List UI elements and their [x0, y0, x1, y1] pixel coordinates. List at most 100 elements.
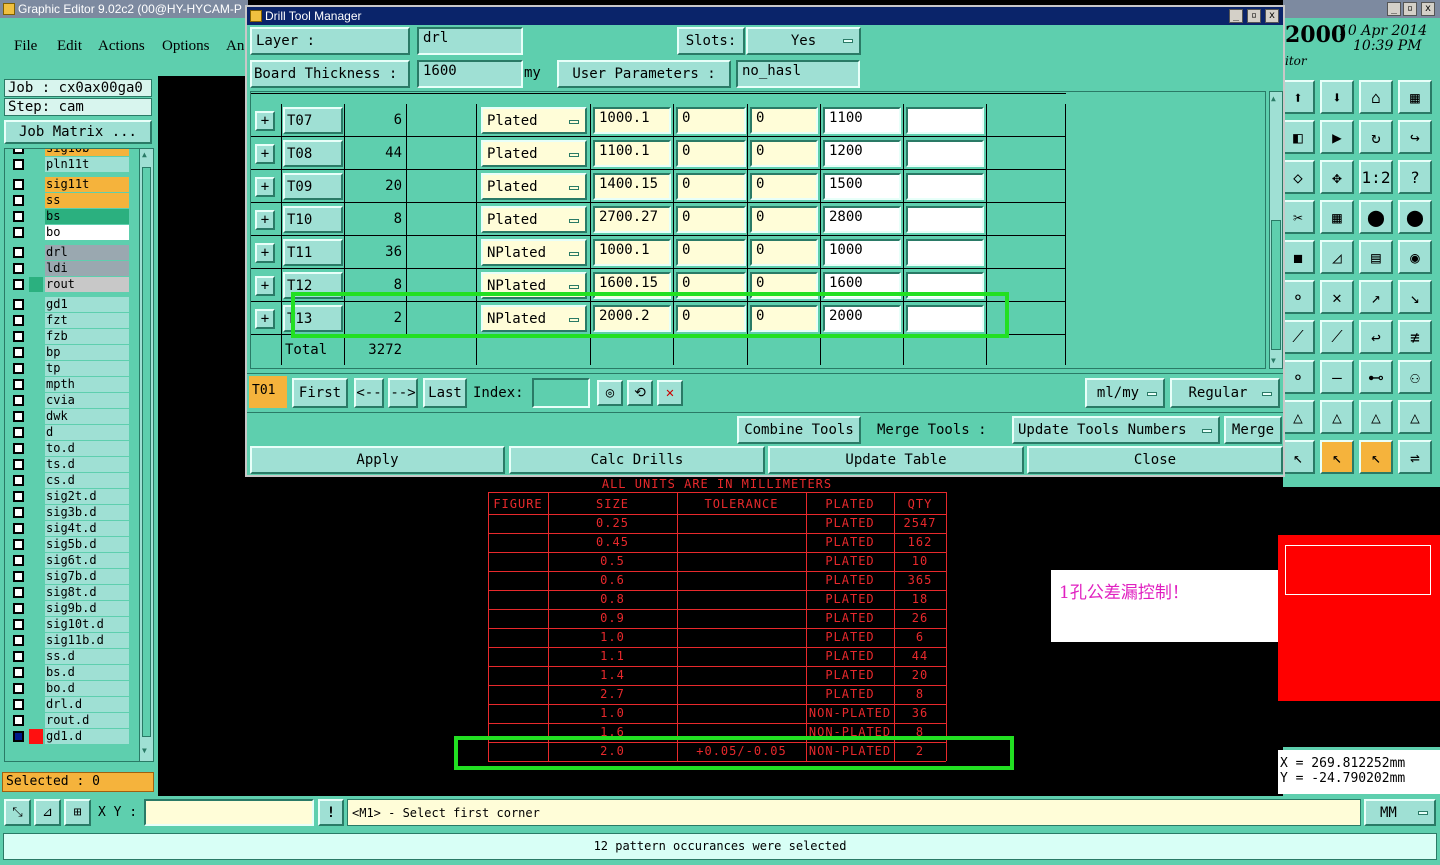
minimize-button[interactable]: _	[1387, 2, 1401, 16]
prev-button[interactable]: <--	[354, 378, 384, 408]
menu-file[interactable]: File	[14, 38, 37, 55]
scale-icon[interactable]: 1:2	[1359, 160, 1393, 194]
snap-icon[interactable]: ◇	[1281, 160, 1315, 194]
expand-icon[interactable]: +	[255, 309, 275, 329]
finish-size-field[interactable]: 2800	[823, 206, 901, 233]
layer-checkbox[interactable]	[13, 555, 24, 566]
tool-number[interactable]: T11	[283, 239, 343, 266]
tolerance-minus-field[interactable]: 0	[750, 173, 818, 200]
layer-checkbox[interactable]	[13, 331, 24, 342]
finish-size-field[interactable]: 1500	[823, 173, 901, 200]
layer-list-scrollbar[interactable]: ▲ ▼	[139, 149, 153, 761]
drill-size-field[interactable]: 1000.1	[593, 107, 671, 134]
layer-row[interactable]: sig10b	[11, 149, 129, 156]
expand-icon[interactable]: +	[255, 243, 275, 263]
pointer-icon[interactable]: ↖	[1281, 440, 1315, 474]
window-icon[interactable]: ▦	[1398, 80, 1432, 114]
menu-options[interactable]: Options	[162, 38, 210, 55]
align-icon[interactable]: ≢	[1398, 320, 1432, 354]
dialog-maximize-button[interactable]: ▫	[1247, 9, 1261, 23]
layer-row[interactable]: gd1.d	[11, 729, 129, 744]
home-icon[interactable]: ⌂	[1359, 80, 1393, 114]
layer-checkbox[interactable]	[13, 683, 24, 694]
units-selector[interactable]: MM	[1364, 799, 1436, 826]
calc-drills-button[interactable]: Calc Drills	[509, 446, 765, 474]
via-icon[interactable]: ⬤	[1398, 200, 1432, 234]
layer-checkbox[interactable]	[13, 211, 24, 222]
delete-point-icon[interactable]: ✕	[1320, 280, 1354, 314]
user-parameters-field[interactable]: no_hasl	[736, 60, 860, 88]
tool-number[interactable]: T10	[283, 206, 343, 233]
tools-table-scrollbar[interactable]: ▲ ▼	[1269, 91, 1283, 369]
update-table-button[interactable]: Update Table	[768, 446, 1024, 474]
remove-arrow-icon[interactable]: ↘	[1398, 280, 1432, 314]
layer-checkbox[interactable]	[13, 247, 24, 258]
finish-size-field[interactable]: 1000	[823, 239, 901, 266]
merge-button[interactable]: Merge	[1224, 416, 1282, 444]
layer-row[interactable]: sig11t	[11, 177, 129, 192]
measure-icon[interactable]: ⊿	[34, 799, 61, 826]
layer-row[interactable]: rout.d	[11, 713, 129, 728]
layer-row[interactable]: gd1	[11, 297, 129, 312]
table-scroll-thumb[interactable]	[1271, 220, 1281, 350]
layer-row[interactable]: drl.d	[11, 697, 129, 712]
alert-icon[interactable]: !	[318, 799, 344, 826]
layer-checkbox[interactable]	[13, 363, 24, 374]
layer-checkbox[interactable]	[13, 571, 24, 582]
tolerance-minus-field[interactable]: 0	[750, 140, 818, 167]
arch-icon[interactable]: △	[1359, 400, 1393, 434]
last-button[interactable]: Last	[423, 378, 467, 408]
layer-row[interactable]: bo	[11, 225, 129, 240]
layer-row[interactable]: ss	[11, 193, 129, 208]
layer-row[interactable]: fzt	[11, 313, 129, 328]
tool-number[interactable]: T08	[283, 140, 343, 167]
rotate-icon[interactable]: ↻	[1359, 120, 1393, 154]
tolerance-plus-field[interactable]: 0	[676, 107, 746, 134]
layer-checkbox[interactable]	[13, 195, 24, 206]
layer-row[interactable]: ts.d	[11, 457, 129, 472]
layer-row[interactable]: sig8t.d	[11, 585, 129, 600]
scroll-up-icon[interactable]: ▲	[142, 151, 151, 161]
menu-actions[interactable]: Actions	[98, 38, 145, 55]
layer-row[interactable]: cs.d	[11, 473, 129, 488]
drill-size-field[interactable]: 1000.1	[593, 239, 671, 266]
undo-icon[interactable]: ↩	[1359, 320, 1393, 354]
next-button[interactable]: -->	[388, 378, 418, 408]
close-window-button[interactable]: x	[1421, 2, 1435, 16]
scroll-down-icon[interactable]: ▼	[142, 747, 151, 757]
layer-checkbox[interactable]	[13, 651, 24, 662]
dialog-minimize-button[interactable]: _	[1229, 9, 1243, 23]
layer-row[interactable]: mpth	[11, 377, 129, 392]
add-arrow-icon[interactable]: ↗	[1359, 280, 1393, 314]
grid-icon[interactable]: ⊞	[64, 799, 91, 826]
tolerance-plus-field[interactable]: 0	[676, 173, 746, 200]
layer-checkbox[interactable]	[13, 523, 24, 534]
cut-icon[interactable]: ✂	[1281, 200, 1315, 234]
tolerance-plus-field[interactable]: 0	[676, 239, 746, 266]
layer-checkbox[interactable]	[13, 491, 24, 502]
network-icon[interactable]: ⚬	[1281, 280, 1315, 314]
move-down-icon[interactable]: ⬇	[1320, 80, 1354, 114]
layer-row[interactable]: bp	[11, 345, 129, 360]
index-field[interactable]	[532, 378, 590, 408]
layer-row[interactable]: bs	[11, 209, 129, 224]
arch-fill-icon[interactable]: △	[1398, 400, 1432, 434]
layer-row[interactable]: rout	[11, 277, 129, 292]
layer-row[interactable]: tp	[11, 361, 129, 376]
cluster-icon[interactable]: ⚇	[1398, 360, 1432, 394]
slots-dropdown[interactable]: Yes	[746, 27, 861, 55]
layer-row[interactable]: cvia	[11, 393, 129, 408]
dash-icon[interactable]: —	[1320, 360, 1354, 394]
menu-edit[interactable]: Edit	[57, 38, 82, 55]
layer-row[interactable]: bs.d	[11, 665, 129, 680]
layer-row[interactable]: sig9b.d	[11, 601, 129, 616]
expand-icon[interactable]: +	[255, 144, 275, 164]
layer-row[interactable]: d	[11, 425, 129, 440]
connect-icon[interactable]: ⇌	[1398, 440, 1432, 474]
layer-checkbox[interactable]	[13, 379, 24, 390]
line-icon[interactable]: ⟋	[1281, 320, 1315, 354]
extra-field[interactable]	[906, 206, 984, 233]
layer-row[interactable]: ss.d	[11, 649, 129, 664]
layer-row[interactable]: sig6t.d	[11, 553, 129, 568]
layer-row[interactable]: drl	[11, 245, 129, 260]
